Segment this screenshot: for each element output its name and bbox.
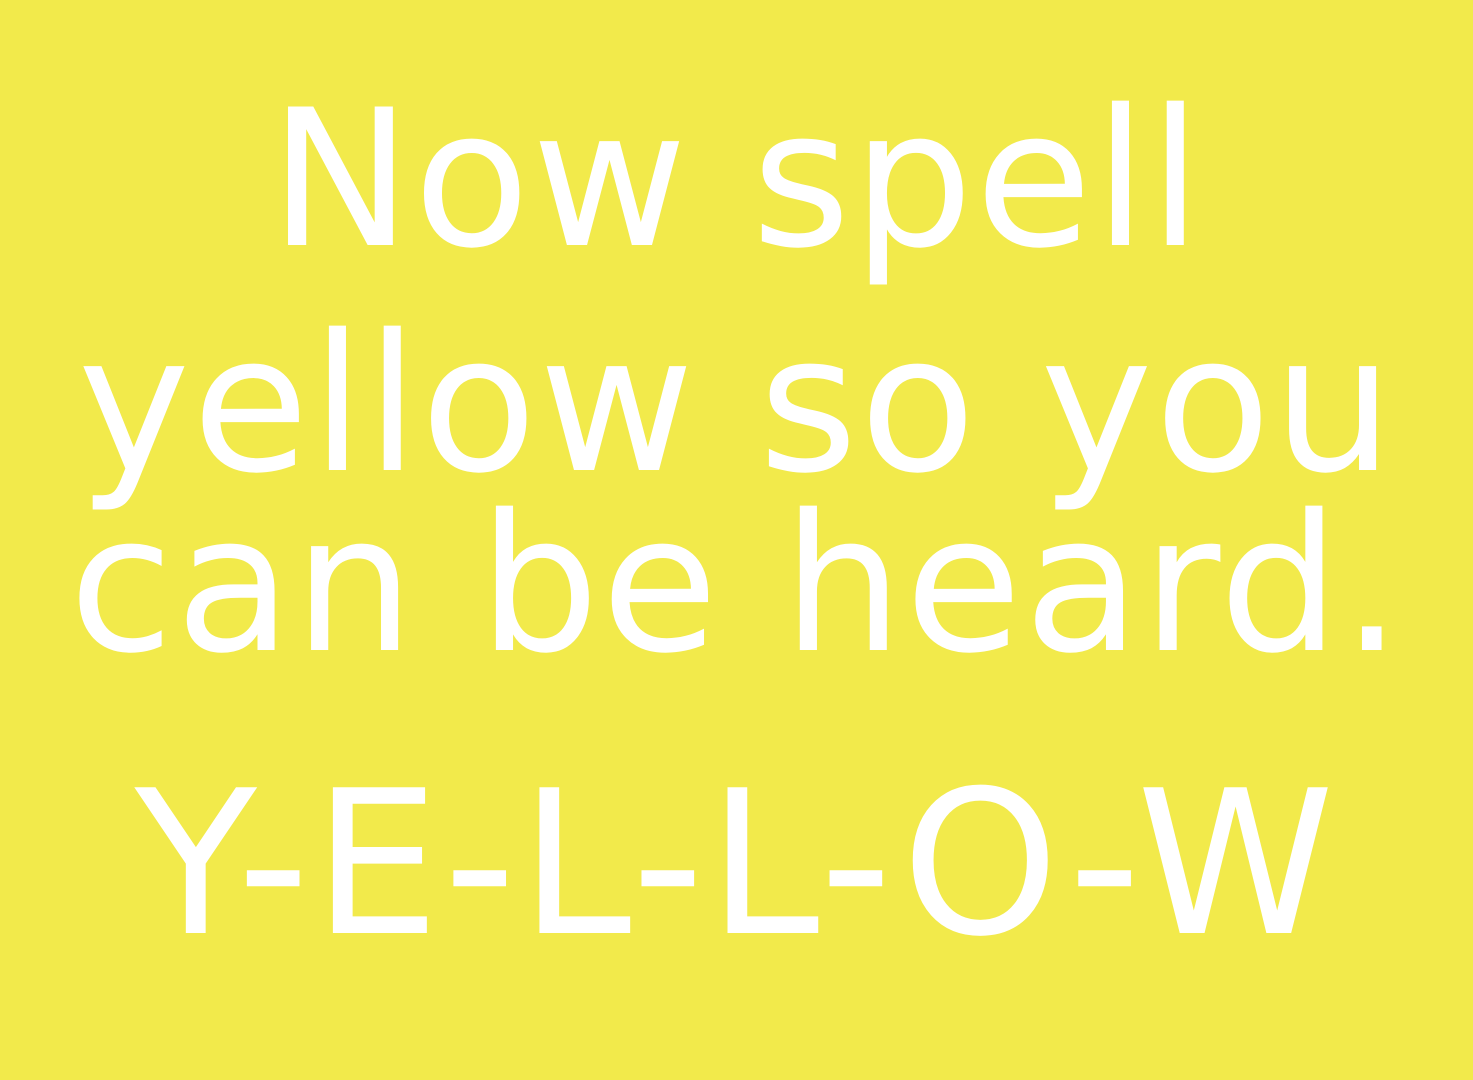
- poster: Now spell yellow so you can be heard. Y-…: [0, 0, 1473, 1080]
- spelled-word: Y-E-L-L-O-W: [134, 748, 1339, 981]
- headline-line-1: Now spell: [269, 69, 1204, 290]
- headline-line-3: can be heard.: [68, 474, 1405, 695]
